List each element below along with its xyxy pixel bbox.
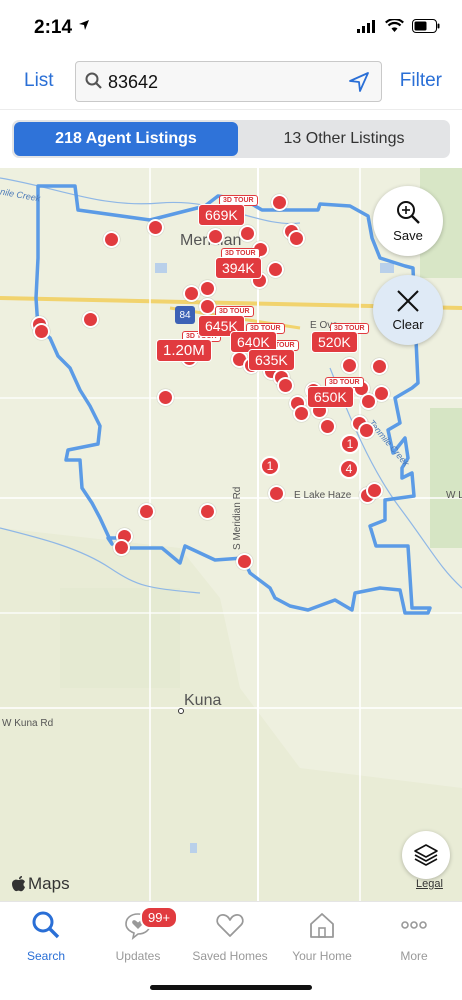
filter-button[interactable]: Filter	[400, 70, 442, 92]
listing-pin[interactable]	[366, 482, 383, 499]
price-label[interactable]: 669K	[198, 204, 245, 226]
listing-pin[interactable]	[138, 503, 155, 520]
price-label[interactable]: 1.20M	[156, 339, 212, 362]
listing-pin[interactable]	[288, 230, 305, 247]
listing-pin[interactable]	[358, 422, 375, 439]
tab-other-listings[interactable]: 13 Other Listings	[240, 122, 448, 156]
listing-pin[interactable]	[293, 405, 310, 422]
price-label[interactable]: 635K	[248, 349, 295, 371]
listing-type-segment: 218 Agent Listings 13 Other Listings	[12, 120, 450, 158]
location-services-icon	[78, 18, 90, 36]
interstate-number: 84	[179, 309, 191, 321]
tab-label: Updates	[115, 949, 161, 963]
current-location-icon[interactable]	[348, 71, 370, 98]
listing-pin[interactable]	[183, 285, 200, 302]
listing-pin[interactable]	[199, 280, 216, 297]
listing-pin[interactable]	[271, 194, 288, 211]
map-layers-button[interactable]	[402, 831, 450, 879]
cellular-signal-icon	[357, 19, 375, 33]
road-label-s-meridian-rd: S Meridian Rd	[232, 486, 243, 550]
town-marker-icon	[178, 708, 184, 714]
road-label-w-l: W L	[446, 490, 462, 501]
apple-maps-attribution: Maps	[12, 874, 70, 894]
tab-search[interactable]: Search	[0, 910, 92, 963]
status-time: 2:14	[34, 17, 73, 38]
cluster-pin[interactable]: 1	[340, 434, 360, 454]
listing-pin[interactable]	[371, 358, 388, 375]
search-icon	[85, 72, 103, 95]
tab-label: More	[400, 949, 428, 963]
wifi-icon	[385, 19, 404, 32]
listing-pin[interactable]	[82, 311, 99, 328]
clear-label: Clear	[392, 317, 424, 332]
road-label-w-kuna-rd: W Kuna Rd	[2, 718, 54, 729]
listing-pin[interactable]	[207, 228, 224, 245]
tab-agent-listings[interactable]: 218 Agent Listings	[14, 122, 238, 156]
search-input[interactable]: 83642	[75, 61, 382, 102]
search-header: List 83642 Filter	[0, 52, 462, 110]
listing-pin[interactable]	[239, 225, 256, 242]
tab-more[interactable]: More	[368, 910, 460, 963]
tab-your-home[interactable]: Your Home	[276, 910, 368, 963]
apple-logo-icon	[12, 876, 25, 892]
tab-label: Saved Homes	[192, 949, 268, 963]
house-icon	[310, 913, 334, 938]
tab-saved-homes[interactable]: Saved Homes	[184, 910, 276, 963]
legal-link[interactable]: Legal	[416, 878, 443, 890]
search-icon	[32, 911, 60, 939]
tab-label: Your Home	[292, 949, 352, 963]
cluster-pin[interactable]: 4	[339, 459, 359, 479]
clear-button[interactable]: Clear	[373, 275, 443, 345]
listing-pin[interactable]	[236, 553, 253, 570]
listing-pin[interactable]	[199, 298, 216, 315]
price-label[interactable]: 650K	[307, 386, 354, 408]
maps-provider-label: Maps	[28, 874, 70, 893]
road-label-e-lake-hazel: E Lake Haze	[294, 490, 352, 501]
listing-pin[interactable]	[341, 357, 358, 374]
listing-pin[interactable]	[147, 219, 164, 236]
price-label[interactable]: 394K	[215, 257, 262, 279]
close-icon	[397, 290, 419, 312]
listing-pin[interactable]	[33, 323, 50, 340]
list-view-button[interactable]: List	[24, 70, 54, 92]
battery-icon	[412, 19, 440, 33]
listing-pin[interactable]	[267, 261, 284, 278]
listing-pin[interactable]	[277, 377, 294, 394]
save-search-button[interactable]: Save	[373, 186, 443, 256]
interstate-shield-icon: 84	[175, 306, 195, 324]
listing-pin[interactable]	[268, 485, 285, 502]
search-query: 83642	[108, 72, 159, 92]
price-label[interactable]: 520K	[311, 331, 358, 353]
updates-badge: 99+	[140, 906, 179, 929]
heart-icon	[216, 914, 244, 937]
save-search-label: Save	[393, 228, 423, 243]
listing-pin[interactable]	[360, 393, 377, 410]
listing-pin[interactable]	[157, 389, 174, 406]
layers-icon	[414, 844, 438, 866]
save-search-icon	[397, 201, 420, 224]
more-dots-icon	[401, 921, 427, 929]
listing-pin[interactable]	[199, 503, 216, 520]
tab-label: Search	[26, 949, 66, 963]
status-indicators	[357, 19, 440, 33]
bottom-tab-bar: Search Updates 99+ Saved Homes Your Home…	[0, 901, 462, 1000]
listing-pin[interactable]	[113, 539, 130, 556]
status-bar: 2:14	[0, 0, 462, 52]
cluster-pin[interactable]: 1	[260, 456, 280, 476]
listing-pin[interactable]	[103, 231, 120, 248]
map-view[interactable]: Meridian Kuna E Lake Haze W L S Meridian…	[0, 168, 462, 901]
home-indicator	[150, 985, 312, 990]
place-label-kuna: Kuna	[184, 692, 222, 709]
listing-pin[interactable]	[319, 418, 336, 435]
